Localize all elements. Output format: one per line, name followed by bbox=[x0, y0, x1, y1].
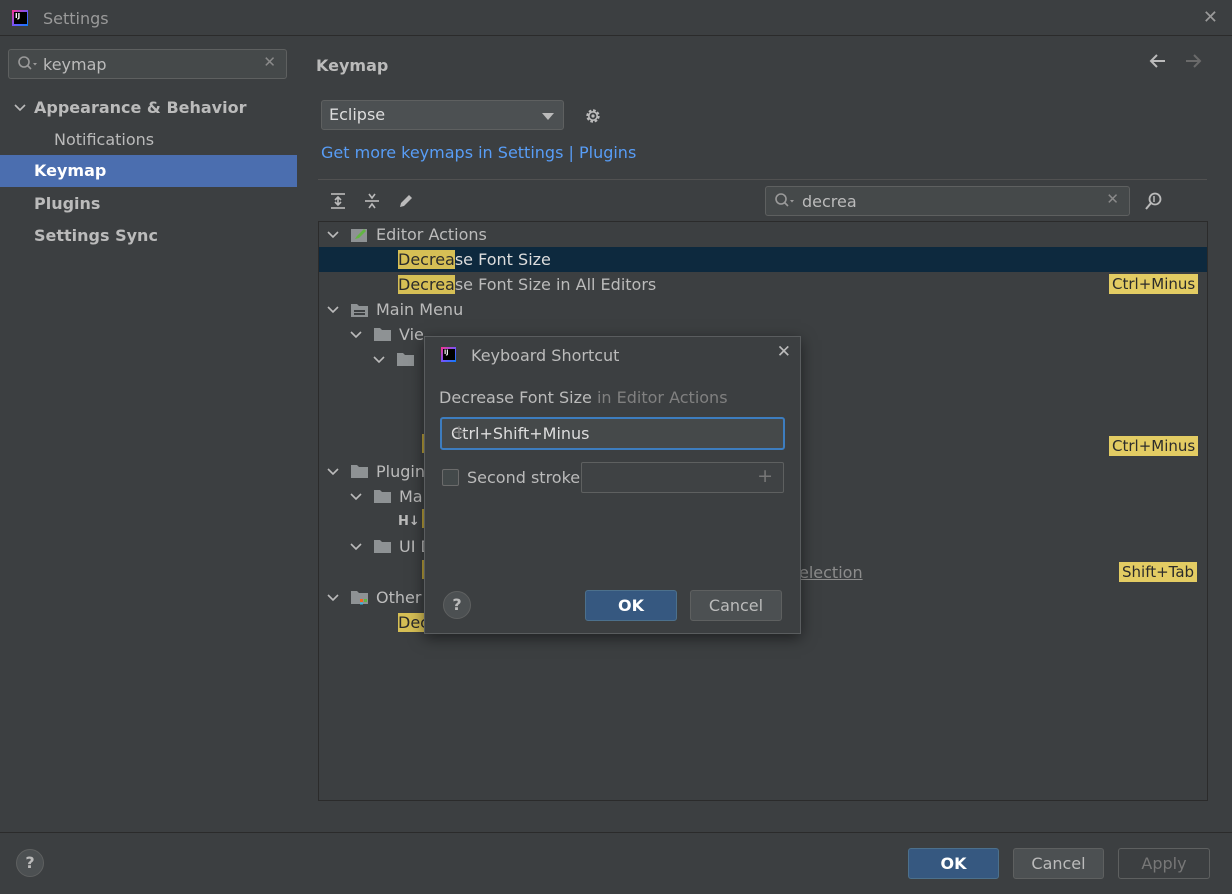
dialog-action-description: Decrease Font Size in Editor Actions bbox=[439, 388, 728, 407]
shortcut-badge: Ctrl+Minus bbox=[1109, 436, 1199, 456]
plus-icon[interactable]: + bbox=[451, 421, 773, 443]
shortcut-badge: Shift+Tab bbox=[1119, 562, 1198, 582]
second-stroke-checkbox[interactable] bbox=[442, 469, 459, 486]
ok-button[interactable]: OK bbox=[908, 848, 999, 879]
settings-footer: ? OK Cancel Apply bbox=[0, 832, 1232, 894]
search-icon bbox=[18, 56, 37, 70]
tree-row-label: Editor Actions bbox=[376, 225, 487, 244]
tree-row-decrease-font-size[interactable]: Decrease Font Size bbox=[319, 247, 1207, 272]
tree-row-label: Decrease Font Size in All Editors bbox=[398, 275, 657, 294]
shortcut-badge: Ctrl+Minus bbox=[1109, 274, 1199, 294]
close-icon[interactable]: ✕ bbox=[1203, 7, 1218, 28]
keymap-select[interactable]: Eclipse bbox=[321, 100, 564, 130]
divider bbox=[318, 179, 1207, 180]
dialog-title: Keyboard Shortcut bbox=[471, 346, 620, 365]
settings-search-box[interactable]: ✕ bbox=[8, 49, 287, 79]
sidebar-item-label: Plugins bbox=[34, 194, 101, 213]
folder-icon bbox=[374, 490, 391, 503]
plus-icon[interactable]: + bbox=[757, 465, 773, 487]
forward-arrow-icon[interactable] bbox=[1183, 51, 1203, 76]
action-context: in Editor Actions bbox=[596, 388, 728, 407]
back-arrow-icon[interactable] bbox=[1148, 51, 1168, 76]
dialog-cancel-button[interactable]: Cancel bbox=[690, 590, 782, 621]
action-filter-box[interactable]: ✕ bbox=[765, 186, 1130, 216]
second-stroke-label: Second stroke: bbox=[467, 468, 586, 487]
tree-row-main-menu[interactable]: Main Menu bbox=[319, 297, 1207, 322]
app-logo-icon bbox=[12, 10, 28, 26]
get-more-keymaps-link[interactable]: Get more keymaps in Settings | Plugins bbox=[321, 143, 636, 162]
collapse-all-icon[interactable] bbox=[363, 192, 381, 214]
settings-search-input[interactable] bbox=[43, 53, 263, 75]
settings-sidebar: ✕ Appearance & Behavior Notifications Ke… bbox=[0, 37, 297, 832]
dropdown-arrow-icon bbox=[542, 113, 554, 120]
editor-actions-icon bbox=[351, 229, 367, 242]
apply-button[interactable]: Apply bbox=[1118, 848, 1210, 879]
search-icon bbox=[775, 193, 794, 207]
markdown-icon: H↓ bbox=[398, 514, 420, 529]
keymap-select-value: Eclipse bbox=[329, 105, 386, 124]
sidebar-item-appearance-behavior[interactable]: Appearance & Behavior bbox=[0, 92, 297, 124]
sidebar-item-label: Appearance & Behavior bbox=[34, 98, 247, 117]
other-folder-icon bbox=[351, 591, 368, 605]
first-stroke-field[interactable]: Ctrl+Shift+Minus + bbox=[440, 417, 785, 450]
window-title: Settings bbox=[43, 9, 109, 28]
clear-search-icon[interactable]: ✕ bbox=[263, 53, 276, 71]
dialog-help-button[interactable]: ? bbox=[443, 591, 471, 619]
page-title: Keymap bbox=[316, 56, 389, 75]
app-logo-icon bbox=[441, 347, 456, 362]
action-filter-input[interactable] bbox=[802, 190, 1092, 212]
tree-row-label: Ma bbox=[399, 487, 423, 506]
second-stroke-field[interactable]: + bbox=[581, 462, 784, 493]
tree-row-label: election bbox=[799, 563, 863, 582]
action-name: Decrease Font Size bbox=[439, 388, 592, 407]
edit-pencil-icon[interactable] bbox=[397, 192, 415, 214]
sidebar-item-label: Settings Sync bbox=[34, 226, 158, 245]
folder-icon bbox=[397, 353, 414, 366]
folder-icon bbox=[374, 328, 391, 341]
folder-icon bbox=[374, 540, 391, 553]
title-bar: Settings ✕ bbox=[0, 0, 1232, 36]
folder-icon bbox=[351, 465, 368, 478]
keyboard-shortcut-dialog: Keyboard Shortcut ✕ Decrease Font Size i… bbox=[424, 336, 801, 634]
find-by-shortcut-icon[interactable] bbox=[1143, 191, 1165, 217]
sidebar-item-label: Notifications bbox=[54, 130, 155, 149]
tree-row-label: Main Menu bbox=[376, 300, 464, 319]
help-button[interactable]: ? bbox=[16, 849, 44, 877]
sidebar-item-plugins[interactable]: Plugins bbox=[0, 188, 297, 220]
tree-row-editor-actions[interactable]: Editor Actions bbox=[319, 222, 1207, 247]
tree-row-label: Other bbox=[376, 588, 422, 607]
sidebar-item-settings-sync[interactable]: Settings Sync bbox=[0, 220, 297, 252]
tree-row-label: Decrease Font Size bbox=[398, 250, 551, 269]
chevron-down-icon[interactable] bbox=[373, 347, 385, 381]
tree-row-label: Vie bbox=[399, 325, 424, 344]
gear-icon[interactable] bbox=[583, 106, 603, 130]
clear-filter-icon[interactable]: ✕ bbox=[1106, 190, 1119, 208]
sidebar-item-label: Keymap bbox=[34, 161, 107, 180]
cancel-button[interactable]: Cancel bbox=[1013, 848, 1104, 879]
dialog-ok-button[interactable]: OK bbox=[585, 590, 677, 621]
tree-row-decrease-font-size-all[interactable]: Decrease Font Size in All Editors Ctrl+M… bbox=[319, 272, 1207, 297]
sidebar-item-notifications[interactable]: Notifications bbox=[0, 124, 297, 156]
sidebar-item-keymap[interactable]: Keymap bbox=[0, 155, 297, 187]
menu-folder-icon bbox=[351, 304, 368, 317]
close-icon[interactable]: ✕ bbox=[777, 342, 791, 362]
expand-all-icon[interactable] bbox=[329, 192, 347, 214]
